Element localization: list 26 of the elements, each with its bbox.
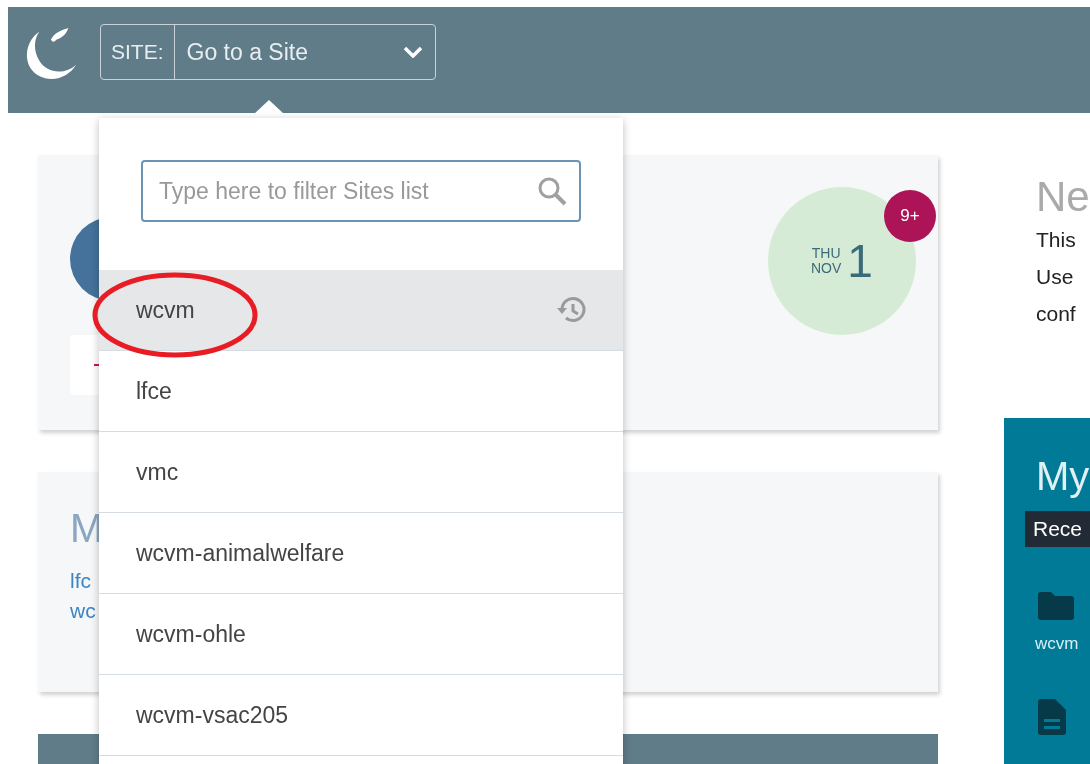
site-select[interactable]: SITE: Go to a Site [100,24,436,80]
dropdown-pointer [254,100,284,114]
site-option[interactable]: wcvm-ohle [99,594,623,675]
site-option[interactable]: wcvm-vsac205 [99,675,623,756]
notification-badge: 9+ [883,190,936,242]
item-label[interactable]: wcvm [1034,634,1079,654]
site-label: SITE: [101,25,175,79]
folder-icon[interactable] [1037,592,1074,620]
calendar-weekday: THU [811,246,841,261]
document-icon[interactable] [1037,699,1066,735]
site-option[interactable]: vmc [99,432,623,513]
site-select-value: Go to a Site [185,38,309,66]
news-text: conf [1035,301,1077,327]
search-field[interactable]: Type here to filter Sites list [141,160,581,222]
news-text: Use [1035,264,1075,290]
site-option[interactable]: wcvm [99,270,623,351]
search-icon[interactable] [537,176,567,206]
site-option[interactable]: wcvm-animalwelfare [99,513,623,594]
news-text: This [1035,227,1077,253]
site-option[interactable]: lfce [99,351,623,432]
tooltip: Rece [1024,511,1090,547]
news-heading: Ne [1035,173,1090,221]
calendar-day: 1 [847,234,873,288]
calendar-month: NOV [811,261,842,276]
panel-heading: My [1035,454,1090,499]
chevron-down-icon [403,46,423,58]
